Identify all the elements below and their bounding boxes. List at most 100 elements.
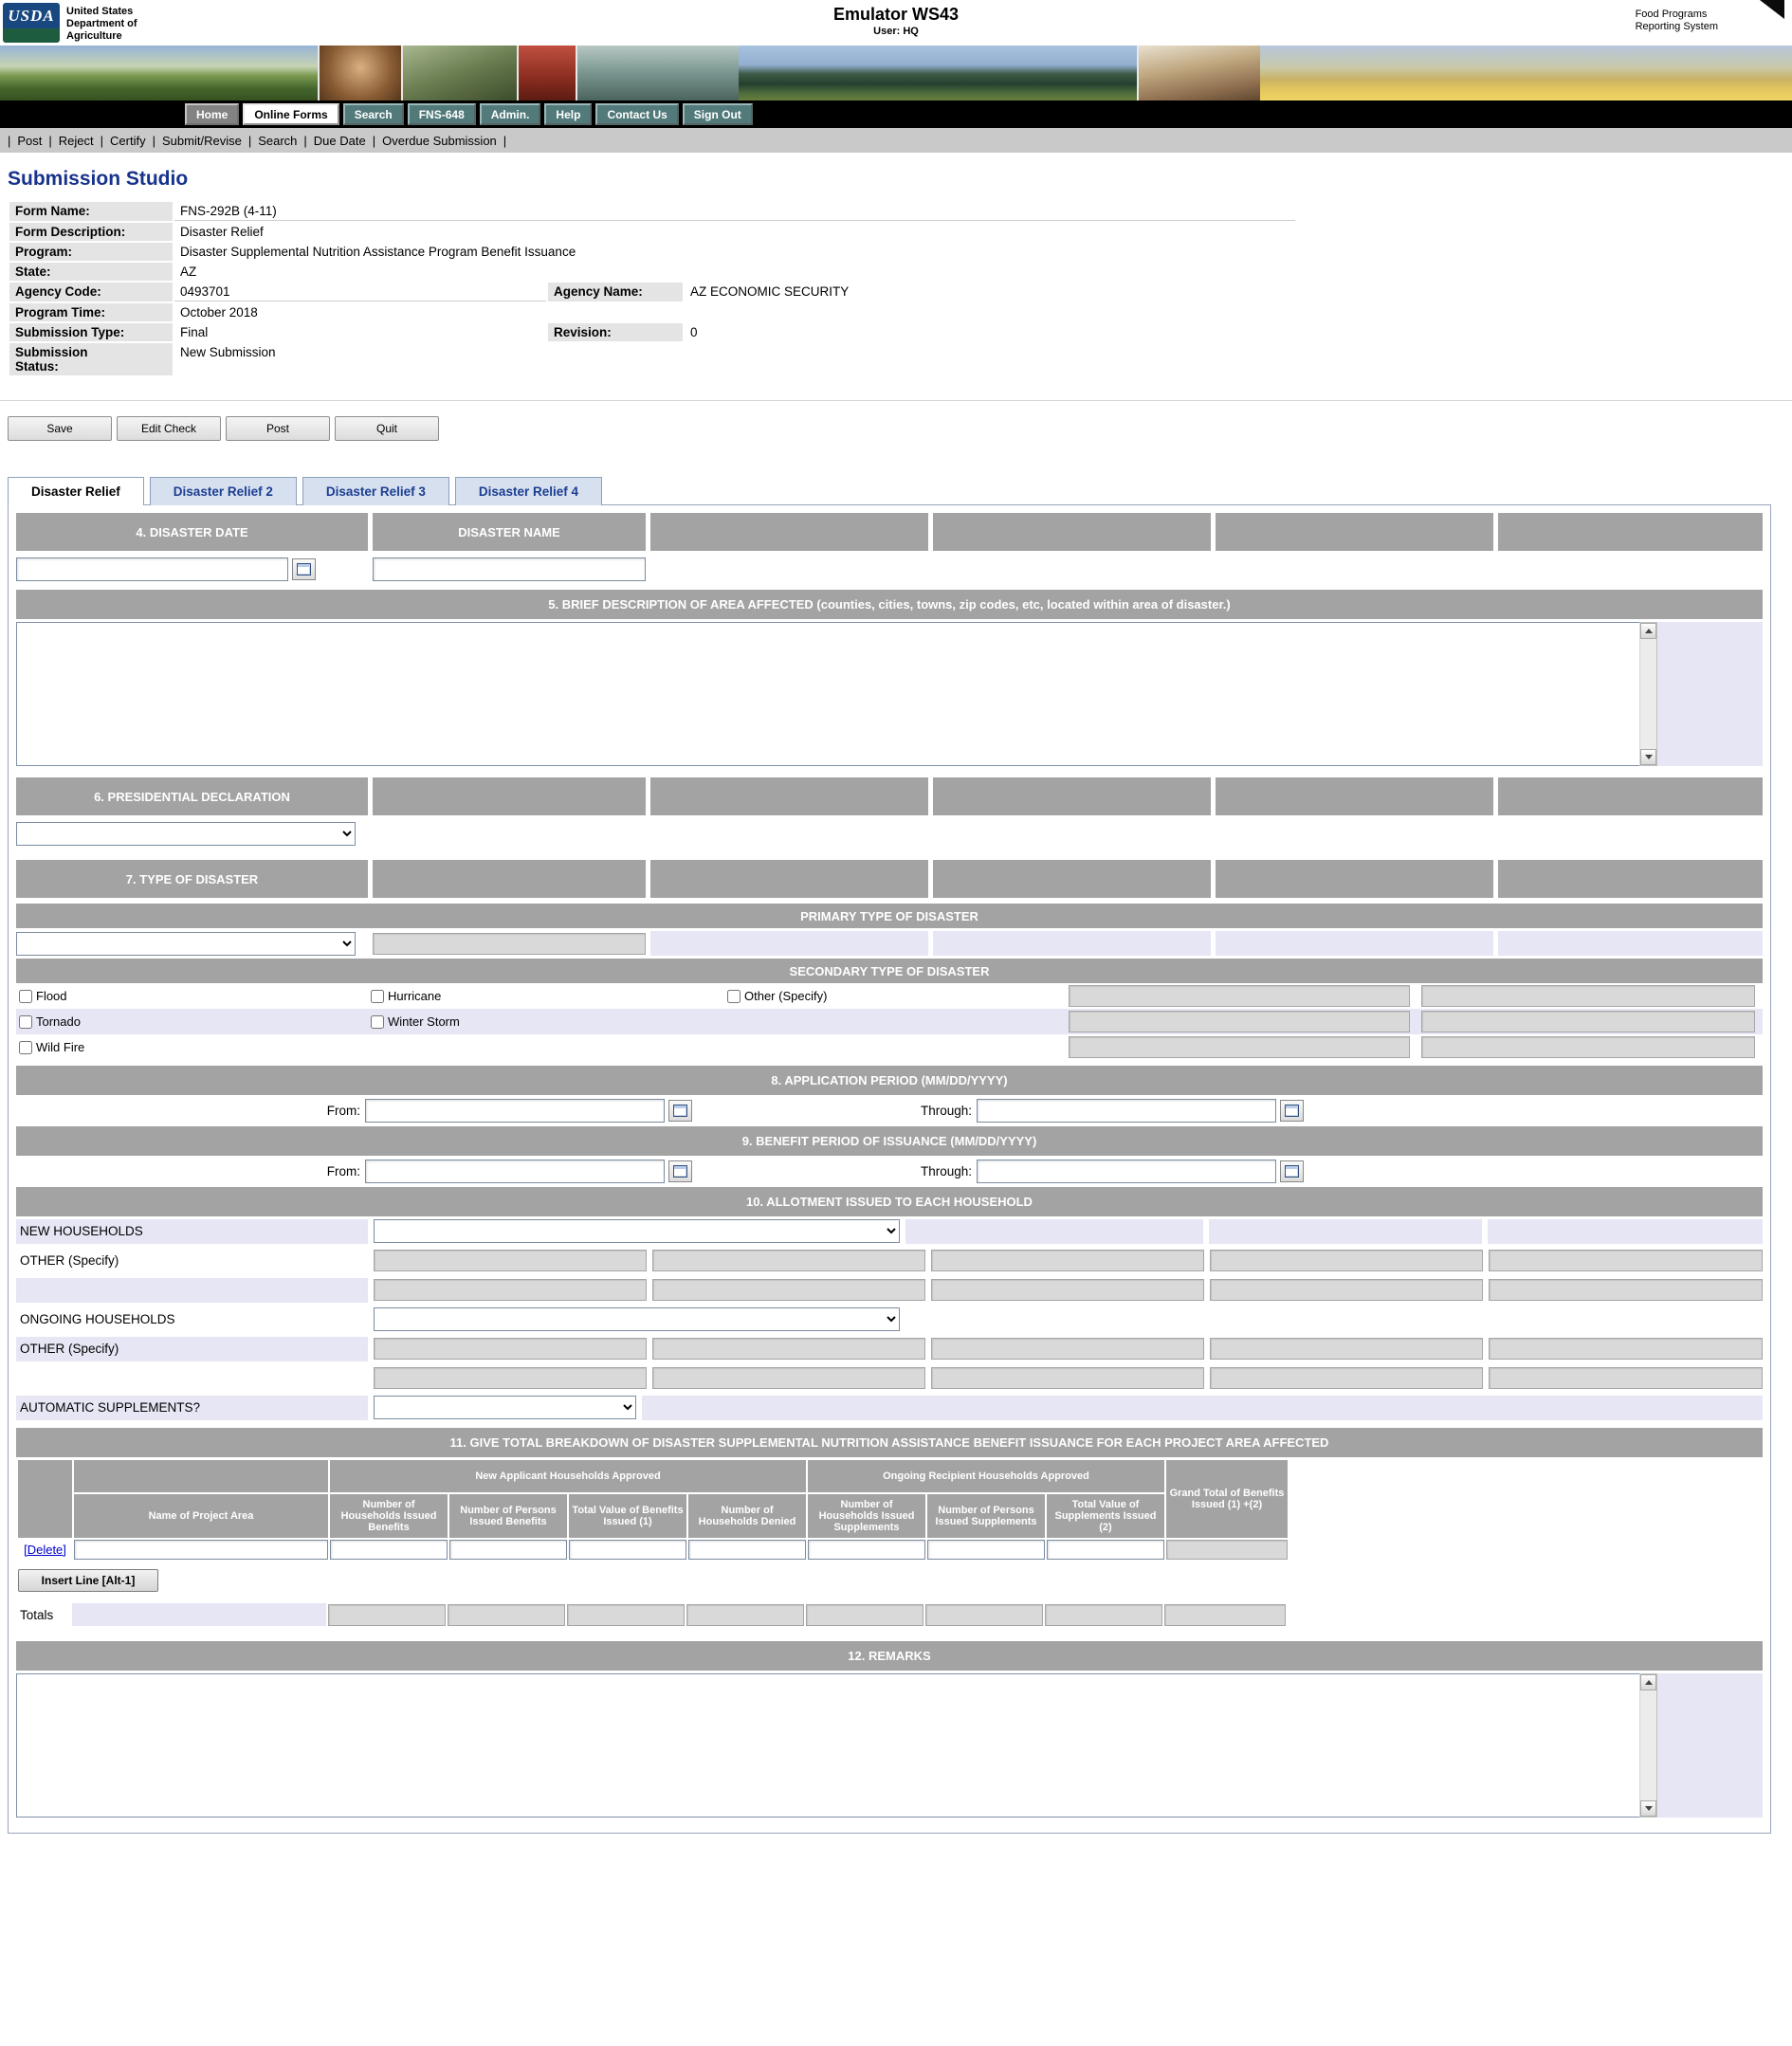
nav-contact-us[interactable]: Contact Us xyxy=(595,103,678,125)
delete-row-link[interactable]: [Delete] xyxy=(24,1543,66,1557)
subnav-certify[interactable]: Certify xyxy=(110,134,146,148)
meta-value-submission-type: Final xyxy=(174,323,546,341)
automatic-supplements-row: AUTOMATIC SUPPLEMENTS? xyxy=(16,1393,1763,1422)
nav-help[interactable]: Help xyxy=(544,103,592,125)
ongoing-households-allotment-select[interactable] xyxy=(374,1307,900,1331)
textarea-scrollbar[interactable] xyxy=(1639,622,1657,766)
winter-storm-checkbox-label[interactable]: Winter Storm xyxy=(368,1014,724,1029)
subnav-search[interactable]: Search xyxy=(258,134,297,148)
header-spacer-cell xyxy=(1498,860,1763,898)
secondary-other-input xyxy=(1421,1036,1755,1058)
benefit-from-input[interactable] xyxy=(365,1160,665,1183)
subnav-due-date[interactable]: Due Date xyxy=(314,134,366,148)
nav-search[interactable]: Search xyxy=(343,103,404,125)
tab-disaster-relief-3[interactable]: Disaster Relief 3 xyxy=(302,477,449,505)
scroll-up-icon[interactable] xyxy=(1640,623,1656,639)
header-spacer-cell xyxy=(1216,777,1493,815)
nav-sign-out[interactable]: Sign Out xyxy=(683,103,753,125)
households-issued-benefits-input[interactable] xyxy=(330,1540,448,1560)
scroll-down-icon[interactable] xyxy=(1640,1800,1656,1817)
edit-check-button[interactable]: Edit Check xyxy=(117,416,221,441)
area-affected-textarea[interactable] xyxy=(16,622,1639,766)
other-specify-disabled-input xyxy=(931,1279,1204,1301)
wild-fire-checkbox[interactable] xyxy=(19,1041,32,1054)
new-households-allotment-select[interactable] xyxy=(374,1219,900,1243)
new-other-specify-row-2 xyxy=(16,1275,1763,1305)
col-households-issued-header: Number of Households Issued Benefits xyxy=(330,1494,448,1538)
col-households-denied-header: Number of Households Denied xyxy=(688,1494,806,1538)
page-title: Submission Studio xyxy=(8,168,1792,191)
calendar-button[interactable] xyxy=(1280,1100,1304,1122)
subnav-reject[interactable]: Reject xyxy=(59,134,94,148)
disaster-date-input[interactable] xyxy=(16,557,288,581)
presidential-declaration-select[interactable] xyxy=(16,822,356,846)
winter-storm-checkbox[interactable] xyxy=(371,1015,384,1029)
totals-project-area-cell xyxy=(72,1603,326,1626)
subnav-submit-revise[interactable]: Submit/Revise xyxy=(162,134,242,148)
nav-online-forms[interactable]: Online Forms xyxy=(243,103,338,125)
hurricane-checkbox-label[interactable]: Hurricane xyxy=(368,989,724,1003)
secondary-type-row: Flood Hurricane Other (Specify) xyxy=(16,983,1763,1009)
scroll-down-icon[interactable] xyxy=(1640,749,1656,765)
presidential-declaration-header: 6. PRESIDENTIAL DECLARATION xyxy=(16,777,368,815)
subnav-overdue-submission[interactable]: Overdue Submission xyxy=(382,134,497,148)
nav-home[interactable]: Home xyxy=(185,103,239,125)
automatic-supplements-select[interactable] xyxy=(374,1396,636,1419)
type-of-disaster-header: 7. TYPE OF DISASTER xyxy=(16,860,368,898)
nav-admin[interactable]: Admin. xyxy=(480,103,541,125)
scroll-up-icon[interactable] xyxy=(1640,1674,1656,1690)
calendar-button[interactable] xyxy=(668,1100,692,1122)
calendar-button[interactable] xyxy=(668,1160,692,1182)
checkbox-label: Tornado xyxy=(36,1014,81,1029)
separator: | xyxy=(248,134,251,148)
section4-input-row xyxy=(16,554,1763,584)
other-specify-disabled-input xyxy=(374,1250,647,1271)
households-issued-supplements-input[interactable] xyxy=(808,1540,925,1560)
post-button[interactable]: Post xyxy=(226,416,330,441)
hurricane-checkbox[interactable] xyxy=(371,990,384,1003)
persons-issued-benefits-input[interactable] xyxy=(449,1540,567,1560)
other-specify-checkbox[interactable] xyxy=(727,990,741,1003)
other-specify-checkbox-label[interactable]: Other (Specify) xyxy=(724,989,1069,1003)
calendar-button[interactable] xyxy=(292,558,316,580)
wild-fire-checkbox-label[interactable]: Wild Fire xyxy=(16,1040,368,1054)
households-denied-input[interactable] xyxy=(688,1540,806,1560)
quit-button[interactable]: Quit xyxy=(335,416,439,441)
textarea-scrollbar[interactable] xyxy=(1639,1673,1657,1818)
tornado-checkbox-label[interactable]: Tornado xyxy=(16,1014,368,1029)
total-value-benefits-input[interactable] xyxy=(569,1540,686,1560)
project-area-name-input[interactable] xyxy=(74,1540,328,1560)
calendar-button[interactable] xyxy=(1280,1160,1304,1182)
totals-households-issued-input xyxy=(328,1604,446,1626)
banner-photo-produce xyxy=(517,46,576,100)
flood-checkbox[interactable] xyxy=(19,990,32,1003)
benefit-through-input[interactable] xyxy=(977,1160,1276,1183)
row-filler xyxy=(650,931,928,956)
tab-disaster-relief-4[interactable]: Disaster Relief 4 xyxy=(455,477,602,505)
tab-disaster-relief-2[interactable]: Disaster Relief 2 xyxy=(150,477,297,505)
save-button[interactable]: Save xyxy=(8,416,112,441)
persons-issued-supplements-input[interactable] xyxy=(927,1540,1045,1560)
insert-line-button[interactable]: Insert Line [Alt-1] xyxy=(18,1569,158,1592)
checkbox-label: Hurricane xyxy=(388,989,441,1003)
row-filler xyxy=(1657,622,1763,766)
disaster-name-input[interactable] xyxy=(373,557,646,581)
form-tabs: Disaster Relief Disaster Relief 2 Disast… xyxy=(8,477,1792,505)
application-through-input[interactable] xyxy=(977,1099,1276,1123)
flood-checkbox-label[interactable]: Flood xyxy=(16,989,368,1003)
primary-disaster-type-select[interactable] xyxy=(16,932,356,956)
tornado-checkbox[interactable] xyxy=(19,1015,32,1029)
meta-value-submission-status: New Submission xyxy=(174,343,1295,375)
other-specify-disabled-input xyxy=(1489,1279,1763,1301)
application-from-input[interactable] xyxy=(365,1099,665,1123)
tab-disaster-relief[interactable]: Disaster Relief xyxy=(8,477,144,505)
nav-fns-648[interactable]: FNS-648 xyxy=(408,103,476,125)
separator: | xyxy=(8,134,10,148)
totals-value-supplements-input xyxy=(1045,1604,1162,1626)
totals-persons-supplements-input xyxy=(925,1604,1043,1626)
remarks-textarea[interactable] xyxy=(16,1673,1639,1818)
subnav-post[interactable]: Post xyxy=(17,134,42,148)
corner-fold-icon xyxy=(1760,0,1784,19)
total-value-supplements-input[interactable] xyxy=(1047,1540,1164,1560)
primary-type-row xyxy=(16,931,1763,956)
